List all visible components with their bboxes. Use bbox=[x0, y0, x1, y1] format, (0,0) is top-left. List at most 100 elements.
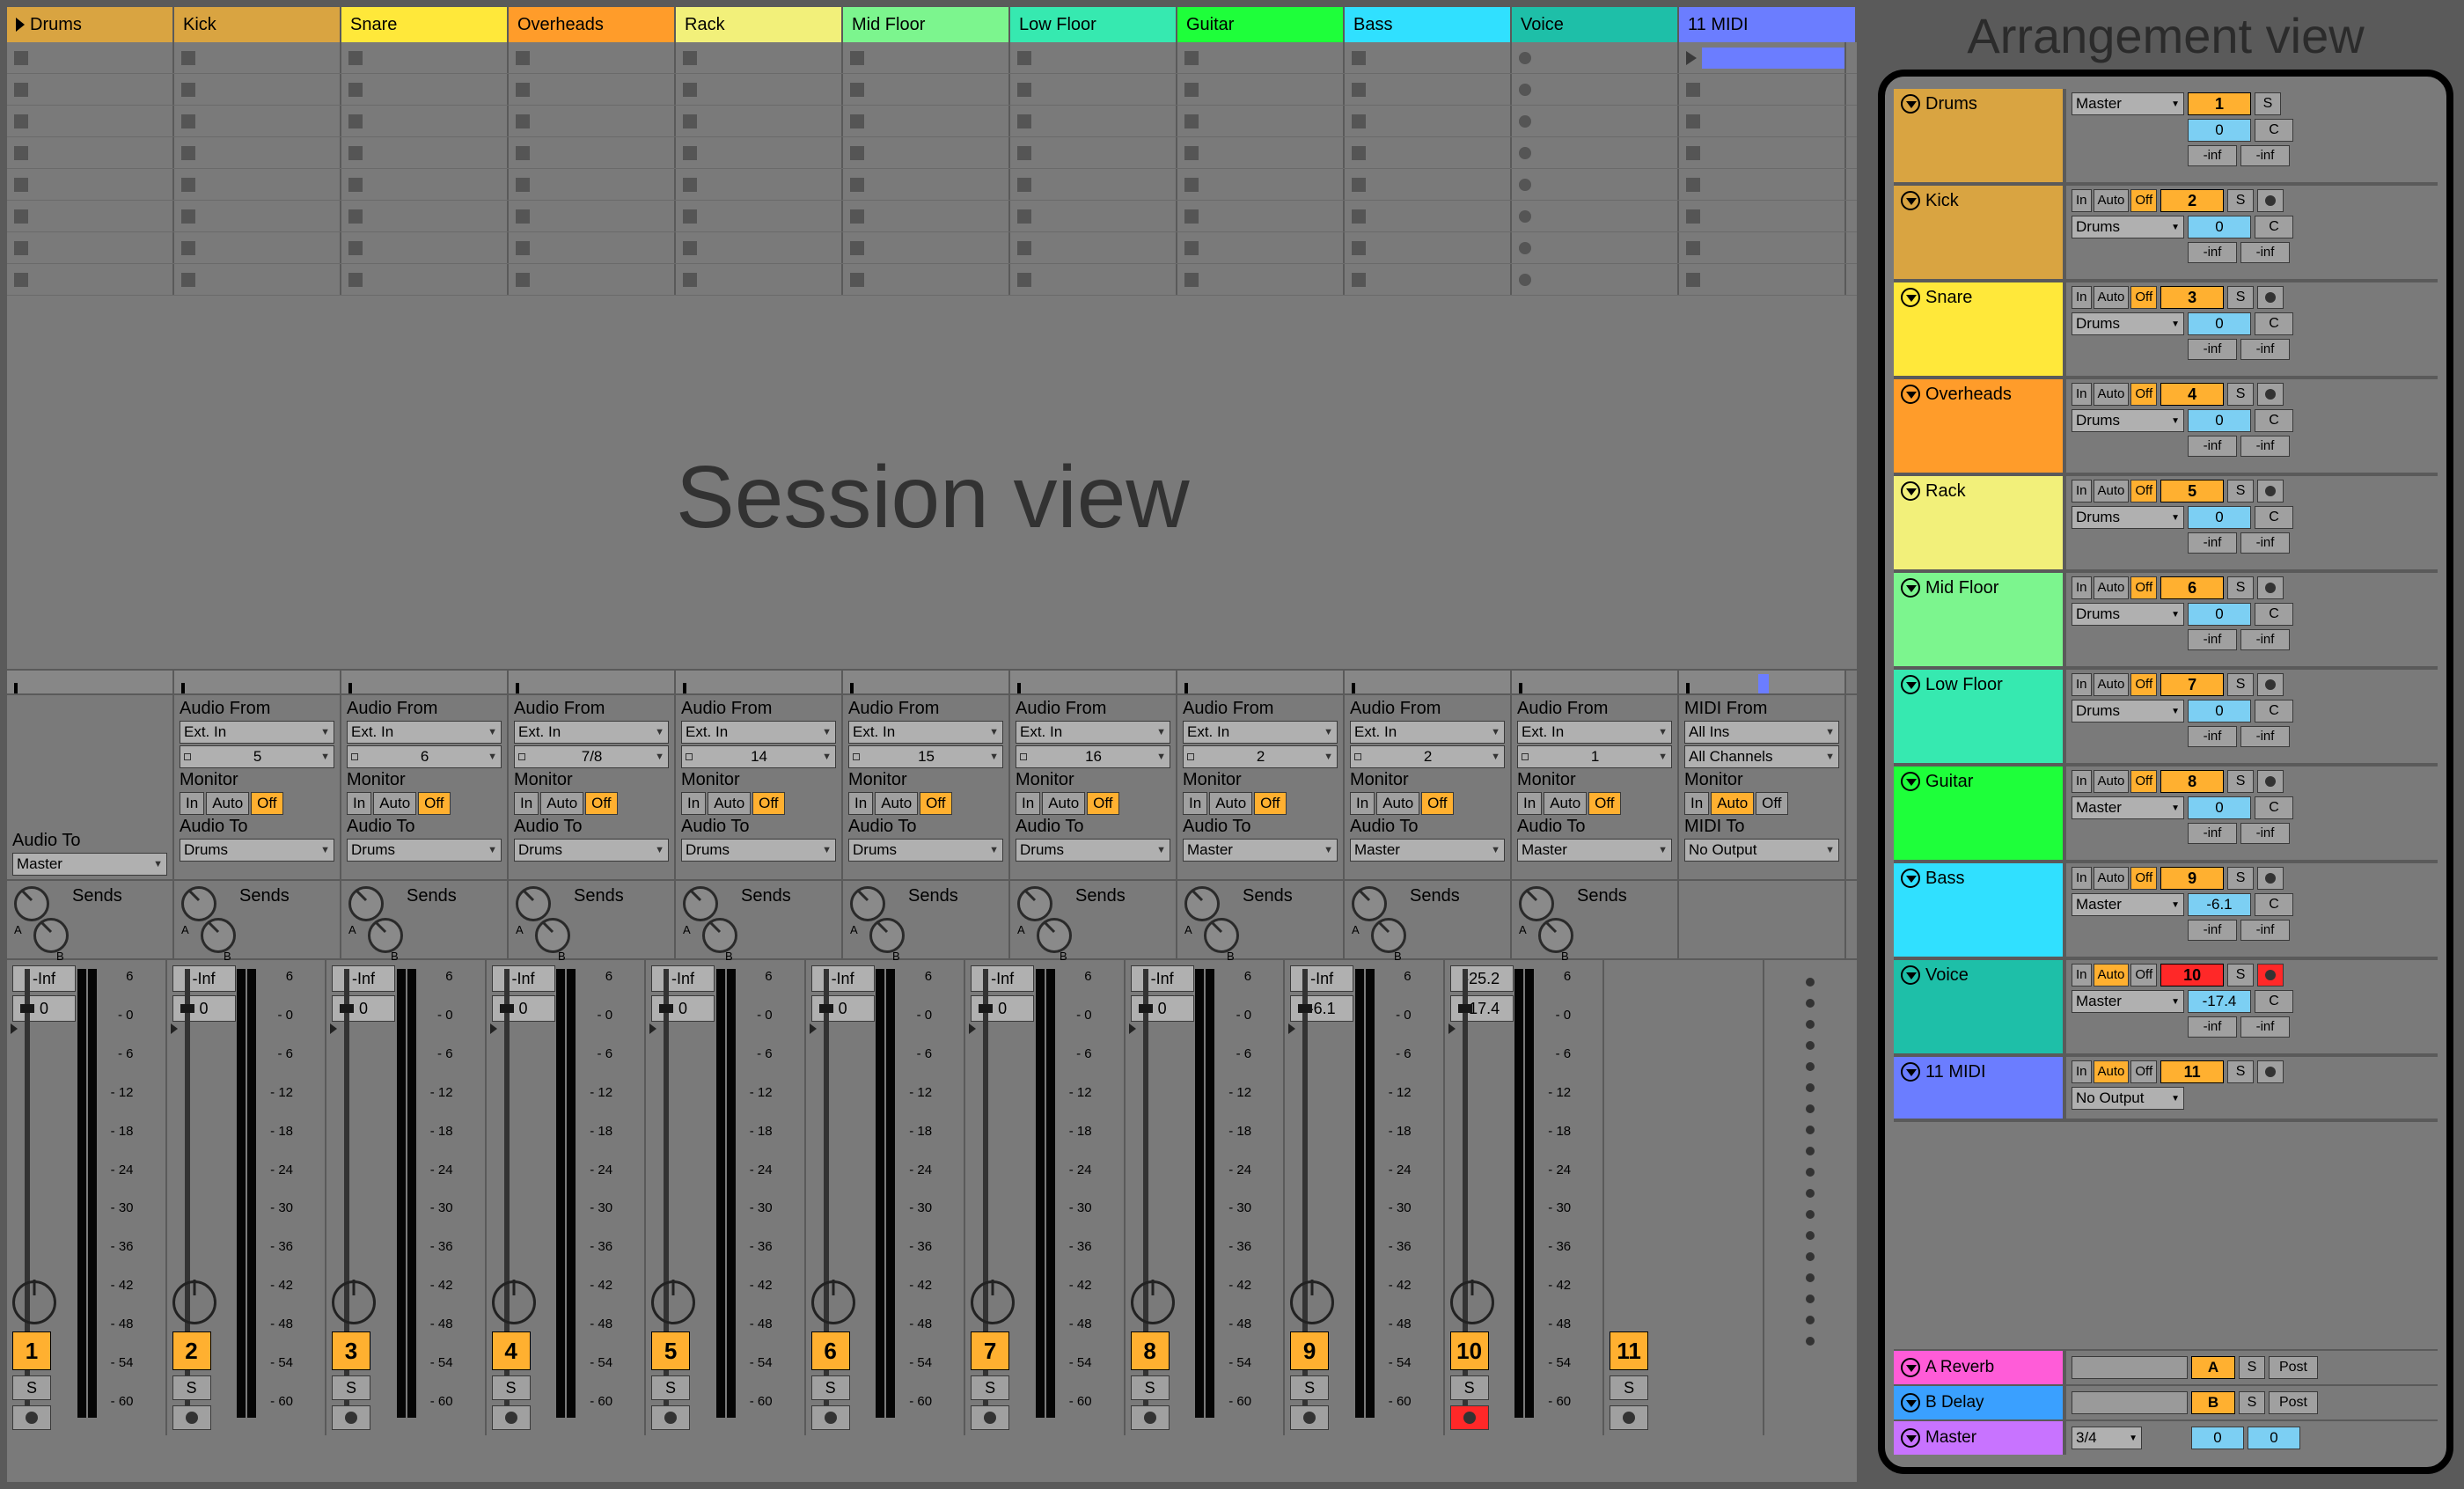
record-arm-button[interactable] bbox=[2257, 286, 2284, 309]
stop-icon[interactable] bbox=[683, 178, 697, 192]
stop-icon[interactable] bbox=[1686, 209, 1700, 224]
stop-icon[interactable] bbox=[1352, 83, 1366, 97]
route-select[interactable]: Drums bbox=[2072, 603, 2184, 626]
peak-display[interactable]: -Inf bbox=[332, 965, 395, 992]
send-a-knob[interactable] bbox=[181, 886, 216, 921]
clip-slot[interactable] bbox=[676, 169, 843, 200]
cue-button[interactable]: C bbox=[2255, 893, 2293, 916]
record-arm-button[interactable] bbox=[2257, 964, 2284, 987]
route-select[interactable]: Master bbox=[2072, 92, 2184, 115]
send-a-knob[interactable] bbox=[1352, 886, 1387, 921]
track-header-rack[interactable]: Rack bbox=[676, 7, 843, 42]
route-select[interactable]: Drums bbox=[2072, 216, 2184, 238]
send-b-value[interactable]: -inf bbox=[2240, 1016, 2290, 1038]
stop-icon[interactable] bbox=[181, 114, 195, 128]
fold-icon[interactable] bbox=[1901, 191, 1920, 210]
fold-icon[interactable] bbox=[1901, 675, 1920, 694]
send-b-value[interactable]: -inf bbox=[2240, 339, 2290, 360]
monitor-off[interactable]: Off bbox=[418, 792, 450, 815]
clip-slot[interactable] bbox=[1010, 232, 1177, 263]
send-b-value[interactable]: -inf bbox=[2240, 629, 2290, 650]
solo-button[interactable]: S bbox=[2227, 867, 2254, 890]
route-select[interactable]: No Output bbox=[2072, 1087, 2184, 1110]
track-header-kick[interactable]: Kick bbox=[174, 7, 341, 42]
track-activator[interactable]: 3 bbox=[2160, 286, 2224, 309]
stop-icon[interactable] bbox=[1352, 209, 1366, 224]
route-select[interactable]: Drums bbox=[2072, 700, 2184, 722]
monitor-in[interactable]: In bbox=[2072, 673, 2092, 696]
fold-icon[interactable] bbox=[1901, 1062, 1920, 1082]
audio-to-select[interactable]: Drums bbox=[1016, 839, 1170, 862]
stop-icon[interactable] bbox=[14, 209, 28, 224]
track-activator[interactable]: 5 bbox=[2160, 480, 2224, 502]
track-activator[interactable]: 1 bbox=[2188, 92, 2251, 115]
send-a-value[interactable]: -inf bbox=[2188, 1016, 2237, 1038]
monitor-off[interactable]: Off bbox=[251, 792, 282, 815]
fold-icon[interactable] bbox=[1901, 385, 1920, 404]
solo-button[interactable]: S bbox=[651, 1375, 690, 1400]
send-b-value[interactable]: -inf bbox=[2240, 242, 2290, 263]
stop-icon[interactable] bbox=[1352, 178, 1366, 192]
send-b-knob[interactable] bbox=[33, 918, 69, 953]
clip-slot[interactable] bbox=[7, 42, 174, 73]
clip-slot[interactable] bbox=[1512, 232, 1679, 263]
record-arm-button[interactable] bbox=[2257, 480, 2284, 502]
send-a-knob[interactable] bbox=[683, 886, 718, 921]
return-activator[interactable]: A bbox=[2191, 1356, 2235, 1379]
track-activator[interactable]: 4 bbox=[2160, 383, 2224, 406]
play-icon[interactable] bbox=[1686, 51, 1697, 65]
audio-from-select[interactable]: Ext. In bbox=[1183, 721, 1338, 744]
track-activator[interactable]: 9 bbox=[1290, 1331, 1329, 1370]
monitor-auto[interactable]: Auto bbox=[2094, 1060, 2130, 1083]
solo-button[interactable]: S bbox=[2227, 383, 2254, 406]
clip-slot[interactable] bbox=[174, 169, 341, 200]
record-arm-button[interactable] bbox=[332, 1405, 370, 1430]
track-overview[interactable] bbox=[1512, 671, 1679, 693]
clip-slot[interactable] bbox=[1345, 232, 1512, 263]
clip-slot[interactable] bbox=[1010, 169, 1177, 200]
stop-icon[interactable] bbox=[850, 178, 864, 192]
pan-value[interactable]: 0 bbox=[2188, 312, 2251, 335]
route-select[interactable]: Drums bbox=[2072, 409, 2184, 432]
record-arm-button[interactable] bbox=[811, 1405, 850, 1430]
monitor-off[interactable]: Off bbox=[2130, 770, 2157, 793]
pan-value[interactable]: 0 bbox=[2188, 216, 2251, 238]
solo-button[interactable]: S bbox=[172, 1375, 211, 1400]
track-activator[interactable]: 3 bbox=[332, 1331, 370, 1370]
cue-button[interactable]: C bbox=[2255, 990, 2293, 1013]
record-arm-button[interactable] bbox=[1290, 1405, 1329, 1430]
route-select[interactable]: Drums bbox=[2072, 312, 2184, 335]
record-arm-button[interactable] bbox=[651, 1405, 690, 1430]
stop-icon[interactable] bbox=[1017, 114, 1031, 128]
clip-slot[interactable] bbox=[1177, 264, 1345, 295]
post-button[interactable]: Post bbox=[2269, 1391, 2318, 1414]
fold-icon[interactable] bbox=[1901, 869, 1920, 888]
clip-slot[interactable] bbox=[7, 201, 174, 231]
stop-icon[interactable] bbox=[1686, 146, 1700, 160]
monitor-in[interactable]: In bbox=[514, 792, 539, 815]
solo-button[interactable]: S bbox=[2227, 576, 2254, 599]
record-arm-button[interactable] bbox=[1131, 1405, 1170, 1430]
monitor-off[interactable]: Off bbox=[1588, 792, 1620, 815]
stop-icon[interactable] bbox=[181, 273, 195, 287]
monitor-off[interactable]: Off bbox=[1756, 792, 1787, 815]
time-signature-select[interactable]: 3/4 bbox=[2072, 1427, 2142, 1449]
monitor-auto[interactable]: Auto bbox=[2094, 867, 2130, 890]
cue-button[interactable]: C bbox=[2255, 409, 2293, 432]
fold-icon[interactable] bbox=[1901, 1428, 1920, 1448]
clip-slot[interactable] bbox=[509, 137, 676, 168]
track-overview[interactable] bbox=[1345, 671, 1512, 693]
solo-button[interactable]: S bbox=[2227, 189, 2254, 212]
monitor-off[interactable]: Off bbox=[2130, 1060, 2157, 1083]
clip-slot[interactable] bbox=[1345, 42, 1512, 73]
send-a-knob[interactable] bbox=[1184, 886, 1220, 921]
solo-button[interactable]: S bbox=[2227, 770, 2254, 793]
audio-to-select[interactable]: Master bbox=[12, 853, 167, 876]
solo-button[interactable]: S bbox=[2227, 286, 2254, 309]
monitor-off[interactable]: Off bbox=[1254, 792, 1286, 815]
monitor-auto[interactable]: Auto bbox=[708, 792, 751, 815]
monitor-auto[interactable]: Auto bbox=[1376, 792, 1419, 815]
clip-slot[interactable] bbox=[1512, 201, 1679, 231]
audio-from-select[interactable]: Ext. In bbox=[1016, 721, 1170, 744]
stop-icon[interactable] bbox=[14, 273, 28, 287]
